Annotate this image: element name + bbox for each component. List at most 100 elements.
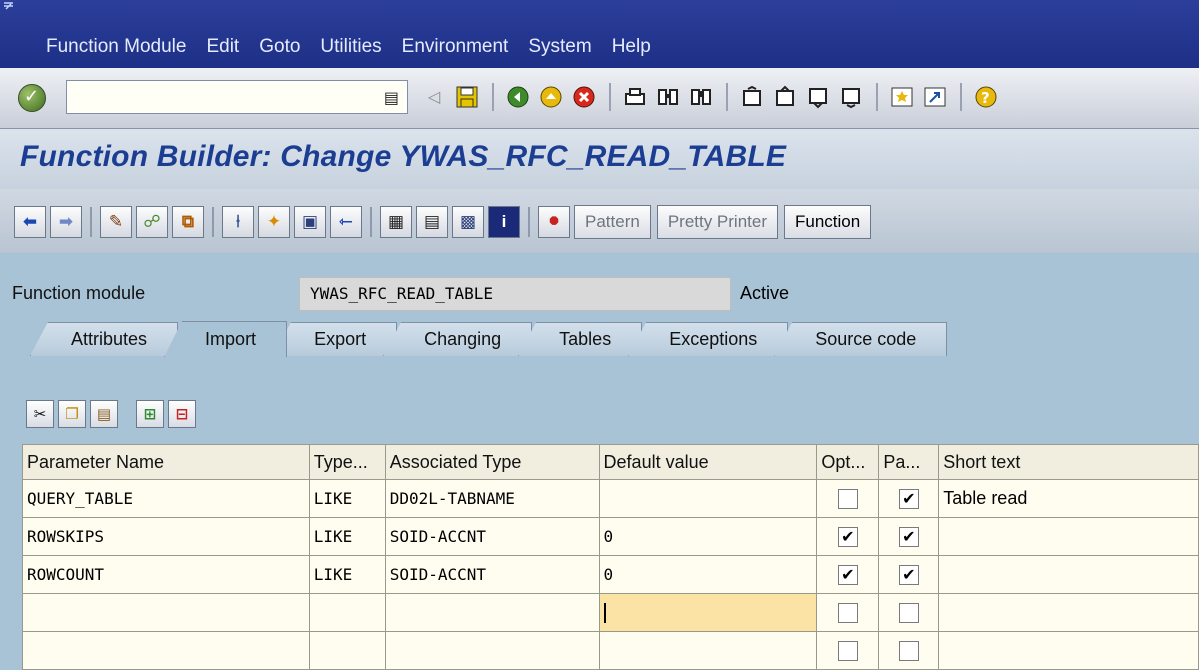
col-default-value[interactable]: Default value [598, 444, 818, 480]
default-value-cell[interactable] [598, 479, 818, 518]
pass-value-checkbox[interactable] [898, 602, 919, 623]
check-icon[interactable]: ⍿ [222, 206, 254, 238]
col-pass-value[interactable]: Pa... [878, 444, 940, 480]
optional-checkbox[interactable]: ✔ [837, 526, 858, 547]
col-optional[interactable]: Opt... [816, 444, 880, 480]
command-history-icon[interactable]: ▤ [384, 88, 399, 108]
default-value-cell[interactable] [598, 631, 818, 670]
system-menu-icon[interactable] [4, 2, 14, 12]
active-inactive-icon[interactable]: ☍ [136, 206, 168, 238]
next-object-icon[interactable]: ➡ [50, 206, 82, 238]
tab-export[interactable]: Export [273, 322, 398, 356]
print-icon[interactable] [621, 83, 649, 111]
back-icon[interactable] [504, 83, 532, 111]
menu-help[interactable]: Help [612, 36, 651, 58]
tab-attributes[interactable]: Attributes [30, 322, 179, 356]
find-icon[interactable] [654, 83, 682, 111]
hierarchy-icon[interactable]: ▦ [380, 206, 412, 238]
other-object-icon[interactable]: ⧉ [172, 206, 204, 238]
pass-value-checkbox[interactable]: ✔ [898, 564, 919, 585]
associated-type-cell[interactable] [384, 593, 600, 632]
collapse-arrow-icon[interactable]: ◁ [420, 83, 448, 111]
function-button[interactable]: Function [784, 205, 872, 239]
param-name-cell[interactable]: ROWSKIPS [22, 517, 310, 556]
tab-changing[interactable]: Changing [383, 322, 533, 356]
shortcut-icon[interactable] [921, 83, 949, 111]
col-typing[interactable]: Type... [308, 444, 386, 480]
pass-value-checkbox[interactable]: ✔ [898, 526, 919, 547]
typing-cell[interactable]: LIKE [308, 555, 386, 594]
pattern-button[interactable]: Pattern [574, 205, 651, 239]
tab-exceptions[interactable]: Exceptions [628, 322, 789, 356]
test-icon[interactable]: ▣ [294, 206, 326, 238]
short-text-cell[interactable] [938, 517, 1199, 556]
svg-text:?: ? [981, 89, 990, 107]
menu-edit[interactable]: Edit [206, 36, 239, 58]
col-short-text[interactable]: Short text [938, 444, 1199, 480]
cancel-icon[interactable] [570, 83, 598, 111]
typing-cell[interactable]: LIKE [308, 517, 386, 556]
next-page-icon[interactable] [804, 83, 832, 111]
optional-checkbox[interactable] [837, 640, 858, 661]
previous-object-icon[interactable]: ⬅ [14, 206, 46, 238]
param-name-cell[interactable]: QUERY_TABLE [22, 479, 310, 518]
col-associated-type[interactable]: Associated Type [384, 444, 600, 480]
exit-icon[interactable] [537, 83, 565, 111]
tab-import[interactable]: Import [164, 321, 288, 357]
application-toolbar: ⬅ ➡ ✎ ☍ ⧉ ⍿ ✦ ▣ ⇽ ▦ ▤ ▩ i ⯃ Pattern Pret… [0, 189, 1199, 253]
command-field[interactable]: ▤ [66, 80, 408, 114]
cut-icon[interactable]: ✂ [26, 400, 54, 428]
optional-checkbox[interactable] [837, 602, 858, 623]
pass-value-checkbox[interactable]: ✔ [898, 488, 919, 509]
associated-type-cell[interactable]: SOID-ACCNT [384, 555, 600, 594]
associated-type-cell[interactable]: SOID-ACCNT [384, 517, 600, 556]
typing-cell[interactable]: LIKE [308, 479, 386, 518]
pretty-printer-button[interactable]: Pretty Printer [656, 205, 779, 239]
associated-type-cell[interactable] [384, 631, 600, 670]
help-icon[interactable]: ? [972, 83, 1000, 111]
menu-function-module[interactable]: Function Module [46, 36, 186, 58]
menu-environment[interactable]: Environment [402, 36, 509, 58]
paste-icon[interactable]: ▤ [90, 400, 118, 428]
enter-button[interactable] [18, 84, 46, 112]
new-session-icon[interactable] [888, 83, 916, 111]
param-name-cell[interactable]: ROWCOUNT [22, 555, 310, 594]
last-page-icon[interactable] [837, 83, 865, 111]
menu-goto[interactable]: Goto [259, 36, 300, 58]
default-value-cell[interactable]: 0 [598, 555, 818, 594]
optional-checkbox[interactable] [837, 488, 858, 509]
param-name-cell[interactable] [22, 593, 310, 632]
find-next-icon[interactable] [687, 83, 715, 111]
optional-checkbox[interactable]: ✔ [837, 564, 858, 585]
toolbar-separator [492, 83, 494, 111]
first-page-icon[interactable] [738, 83, 766, 111]
info-icon[interactable]: i [488, 206, 520, 238]
short-text-cell[interactable] [938, 555, 1199, 594]
short-text-cell[interactable]: Table read [938, 479, 1199, 518]
display-list-icon[interactable]: ▩ [452, 206, 484, 238]
pass-value-checkbox[interactable] [898, 640, 919, 661]
col-parameter-name[interactable]: Parameter Name [22, 444, 310, 480]
object-list-icon[interactable]: ▤ [416, 206, 448, 238]
associated-type-cell[interactable]: DD02L-TABNAME [384, 479, 600, 518]
param-name-cell[interactable] [22, 631, 310, 670]
where-used-icon[interactable]: ⇽ [330, 206, 362, 238]
activate-icon[interactable]: ✦ [258, 206, 290, 238]
display-change-icon[interactable]: ✎ [100, 206, 132, 238]
short-text-cell[interactable] [938, 593, 1199, 632]
default-value-cell[interactable]: 0 [598, 517, 818, 556]
insert-row-icon[interactable]: ⊞ [136, 400, 164, 428]
menu-system[interactable]: System [528, 36, 591, 58]
typing-cell[interactable] [308, 631, 386, 670]
delete-row-icon[interactable]: ⊟ [168, 400, 196, 428]
copy-icon[interactable]: ❐ [58, 400, 86, 428]
default-value-cell-focused[interactable] [598, 593, 818, 632]
tab-tables[interactable]: Tables [518, 322, 643, 356]
typing-cell[interactable] [308, 593, 386, 632]
save-icon[interactable] [453, 83, 481, 111]
short-text-cell[interactable] [938, 631, 1199, 670]
breakpoint-icon[interactable]: ⯃ [538, 206, 570, 238]
previous-page-icon[interactable] [771, 83, 799, 111]
menu-utilities[interactable]: Utilities [320, 36, 381, 58]
tab-source-code[interactable]: Source code [774, 322, 948, 356]
